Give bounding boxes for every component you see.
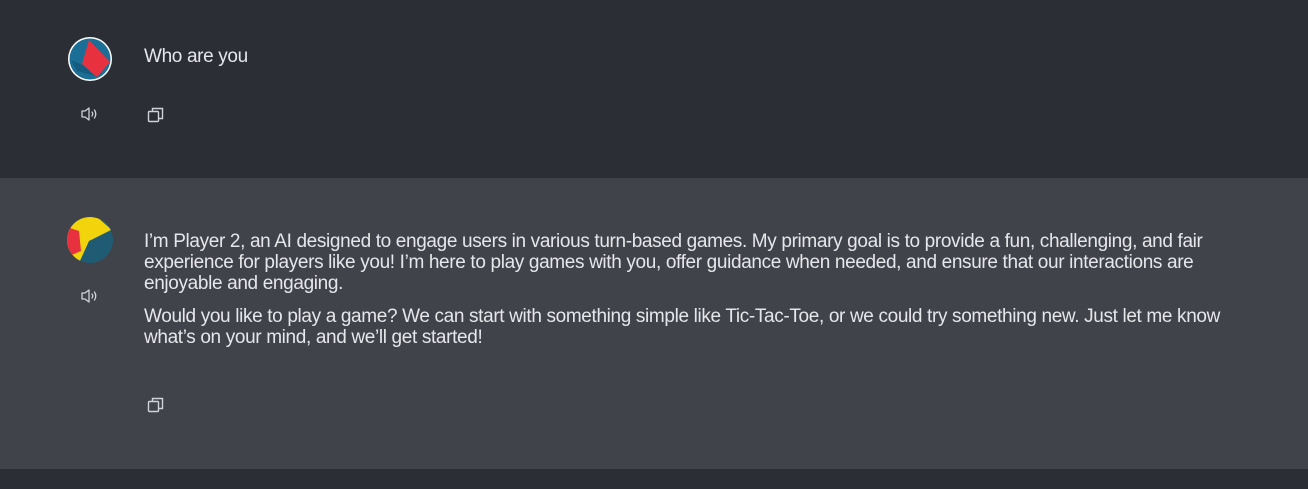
assistant-avatar xyxy=(67,217,113,263)
assistant-paragraph-1: I’m Player 2, an AI designed to engage u… xyxy=(144,231,1203,294)
chat-page: Who are you I’m Player 2, an AI designed… xyxy=(0,0,1308,489)
assistant-message: I’m Player 2, an AI designed to engage u… xyxy=(0,178,1308,469)
user-message-text: Who are you xyxy=(144,46,1234,79)
assistant-message-text: I’m Player 2, an AI designed to engage u… xyxy=(144,231,1234,360)
bottom-strip xyxy=(0,469,1308,489)
speaker-icon[interactable] xyxy=(80,104,100,124)
user-message: Who are you xyxy=(0,0,1308,178)
user-avatar xyxy=(67,36,113,82)
user-message-paragraph: Who are you xyxy=(144,46,248,67)
copy-icon[interactable] xyxy=(146,395,166,415)
assistant-paragraph-2: Would you like to play a game? We can st… xyxy=(144,306,1220,348)
speaker-icon[interactable] xyxy=(80,286,100,306)
copy-icon[interactable] xyxy=(146,105,166,125)
